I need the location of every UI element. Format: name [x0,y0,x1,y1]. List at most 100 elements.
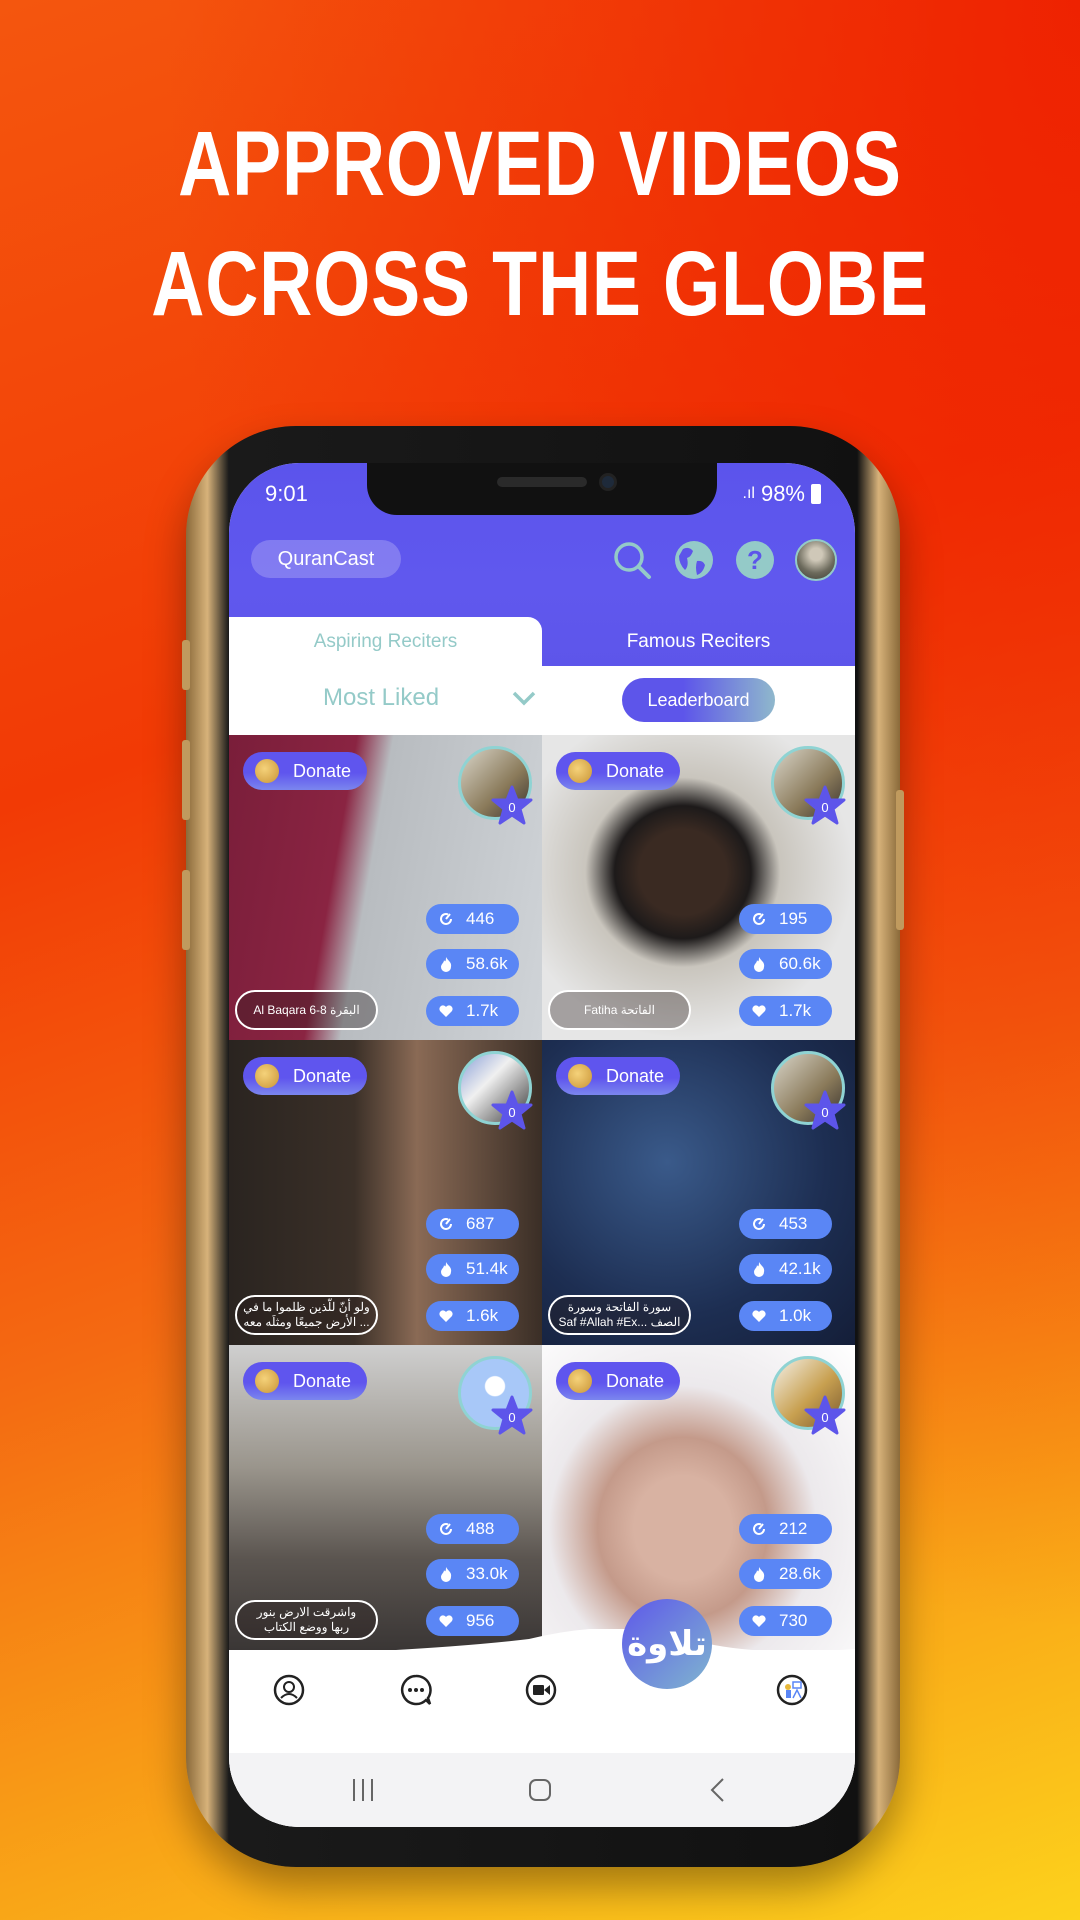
tab-famous-reciters[interactable]: Famous Reciters [542,617,855,666]
phone-side-button [182,740,190,820]
phone-screen: 9:01 .ıl 98% QuranCast ? Aspiring Recite… [229,463,855,1827]
heart-count: 730 [779,1611,808,1630]
video-caption[interactable]: Fatiha الفاتحة [548,990,691,1030]
profile-avatar[interactable] [795,539,837,581]
video-card[interactable]: Donate 0 446 58.6k 1.7k Al Baqara 6-8 البقرة [229,735,542,1040]
donate-button[interactable]: Donate [556,1362,680,1400]
help-icon[interactable]: ? [734,539,776,581]
heart-icon [752,1005,766,1017]
video-card[interactable]: Donate 0 687 51.4k 1.6k ولو أنّ للّذين ظلموا … [229,1040,542,1345]
fire-icon [441,1262,452,1277]
tilawa-logo-button[interactable]: تلاوة [622,1599,712,1689]
views-icon [440,1522,452,1535]
headline-line-1: APPROVED VIDEOS [178,113,902,215]
coin-icon [255,1369,279,1393]
rank-value: 0 [821,800,828,815]
donate-label: Donate [606,760,665,781]
video-card[interactable]: Donate 0 212 28.6k 730 [542,1345,855,1650]
front-camera [599,473,617,491]
tab-aspiring-reciters[interactable]: Aspiring Reciters [229,617,542,666]
heart-count: 1.0k [779,1306,812,1325]
video-grid: Donate 0 446 58.6k 1.7k Al Baqara 6-8 البقرة D… [229,735,855,1650]
donate-label: Donate [293,1370,352,1391]
fire-count: 60.6k [779,954,821,973]
donate-button[interactable]: Donate [556,1057,680,1095]
rank-star-badge: 0 [491,1090,533,1130]
views-count-pill[interactable]: 453 [739,1209,832,1239]
heart-count-pill[interactable]: 1.7k [426,996,519,1026]
views-count: 195 [779,909,808,928]
fire-icon [754,1567,765,1582]
video-caption[interactable]: ولو أنّ للّذين ظلموا ما في الأرض جميعًا … [235,1295,378,1335]
phone-side-button [896,790,904,930]
views-count-pill[interactable]: 488 [426,1514,519,1544]
fire-count: 42.1k [779,1259,821,1278]
video-caption[interactable]: Al Baqara 6-8 البقرة [235,990,378,1030]
chat-icon[interactable] [400,1674,432,1706]
fire-count-pill[interactable]: 42.1k [739,1254,832,1284]
fire-icon [441,1567,452,1582]
donate-button[interactable]: Donate [243,1057,367,1095]
views-icon [753,1522,765,1535]
heart-count-pill[interactable]: 1.0k [739,1301,832,1331]
home-icon[interactable] [527,1777,553,1803]
video-card[interactable]: Donate 0 488 33.0k 956 واشرقت الارض بنور ربها… [229,1345,542,1650]
fire-count-pill[interactable]: 33.0k [426,1559,519,1589]
coin-icon [568,759,592,783]
views-count: 453 [779,1214,808,1233]
globe-icon[interactable] [673,539,715,581]
fire-count-pill[interactable]: 28.6k [739,1559,832,1589]
coin-icon [255,759,279,783]
video-caption[interactable]: سورة الفاتحة وسورة Saf #Allah #Ex... الص… [548,1295,691,1335]
views-icon [440,1217,452,1230]
rank-star-badge: 0 [804,1395,846,1435]
rank-star-badge: 0 [804,1090,846,1130]
donate-button[interactable]: Donate [556,752,680,790]
heart-count: 1.6k [466,1306,499,1325]
coin-icon [568,1064,592,1088]
video-card[interactable]: Donate 0 453 42.1k 1.0k سورة الفاتحة وسورة Sa… [542,1040,855,1345]
fire-count-pill[interactable]: 51.4k [426,1254,519,1284]
views-count-pill[interactable]: 446 [426,904,519,934]
views-count: 488 [466,1519,495,1538]
battery-icon [811,484,821,504]
views-count: 687 [466,1214,495,1233]
donate-button[interactable]: Donate [243,1362,367,1400]
fire-count-pill[interactable]: 60.6k [739,949,832,979]
back-icon[interactable] [707,1777,727,1803]
filter-bar: Most Liked Leaderboard [229,666,855,735]
reciter-icon[interactable] [776,1674,808,1706]
fire-count-pill[interactable]: 58.6k [426,949,519,979]
signal-icon: .ıl [742,485,755,502]
rank-value: 0 [508,1105,515,1120]
rank-star-badge: 0 [491,785,533,825]
fire-icon [441,957,452,972]
heart-count: 1.7k [466,1001,499,1020]
views-count-pill[interactable]: 687 [426,1209,519,1239]
app-name-badge[interactable]: QuranCast [251,540,401,578]
rank-star-badge: 0 [804,785,846,825]
profile-icon[interactable] [273,1674,305,1706]
video-icon[interactable] [525,1674,557,1706]
views-count: 446 [466,909,495,928]
views-count-pill[interactable]: 212 [739,1514,832,1544]
recent-apps-icon[interactable] [351,1777,375,1803]
leaderboard-button[interactable]: Leaderboard [622,678,775,722]
coin-icon [568,1369,592,1393]
views-count-pill[interactable]: 195 [739,904,832,934]
heart-count-pill[interactable]: 1.6k [426,1301,519,1331]
speaker [497,477,587,487]
video-card[interactable]: Donate 0 195 60.6k 1.7k Fatiha الفاتحة [542,735,855,1040]
heart-icon [439,1310,453,1322]
sort-dropdown[interactable]: Most Liked [323,684,439,712]
search-icon[interactable] [611,539,653,581]
rank-star-badge: 0 [491,1395,533,1435]
heart-count: 956 [466,1611,495,1630]
heart-icon [752,1615,766,1627]
rank-value: 0 [508,800,515,815]
donate-button[interactable]: Donate [243,752,367,790]
rank-value: 0 [508,1410,515,1425]
rank-value: 0 [821,1410,828,1425]
chevron-down-icon[interactable] [511,688,537,708]
heart-count-pill[interactable]: 1.7k [739,996,832,1026]
